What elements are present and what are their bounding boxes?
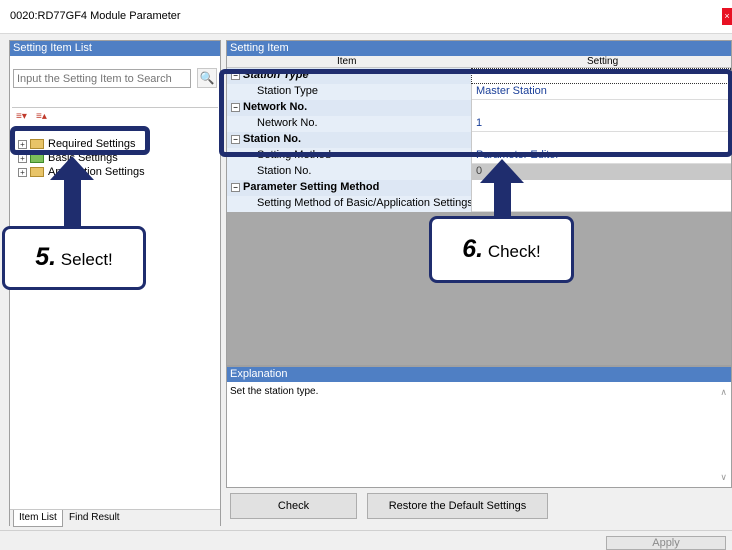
explanation-panel: Explanation Set the station type. ∧ ∨ <box>226 366 732 488</box>
setting-item-header: Setting Item <box>227 41 731 56</box>
step-number: 5. <box>35 243 57 271</box>
title-bar: 0020:RD77GF4 Module Parameter × <box>0 0 732 34</box>
restore-default-settings-button[interactable]: Restore the Default Settings <box>367 493 548 519</box>
expand-icon[interactable]: + <box>18 167 27 177</box>
column-header-item: Item <box>337 56 357 67</box>
search-button[interactable]: 🔍 <box>197 68 217 88</box>
scroll-down-icon[interactable]: ∨ <box>720 472 727 483</box>
check-button[interactable]: Check <box>230 493 357 519</box>
scroll-up-icon[interactable]: ∧ <box>720 387 727 398</box>
table-row[interactable]: Station No. 0 <box>227 164 731 180</box>
left-panel-tabs: Item List Find Result <box>10 509 220 527</box>
expand-all-icon[interactable]: ≡▾ <box>16 111 27 122</box>
arrow-up-icon <box>50 156 94 180</box>
binoculars-icon: 🔍 <box>199 71 215 85</box>
callout-step-6: 6. Check! <box>429 216 574 283</box>
explanation-header: Explanation <box>227 367 731 382</box>
step-label: Check! <box>487 242 541 261</box>
tab-find-result[interactable]: Find Result <box>64 510 125 527</box>
table-row[interactable]: − Parameter Setting Method <box>227 180 731 196</box>
explanation-text: Set the station type. <box>230 386 319 397</box>
row-item-label: Station No. <box>227 164 471 180</box>
step-label: Select! <box>60 250 113 269</box>
tab-item-list[interactable]: Item List <box>13 510 63 527</box>
highlight-required-settings <box>10 126 150 155</box>
step-number: 6. <box>462 235 484 263</box>
callout-step-5: 5. Select! <box>2 226 146 290</box>
column-header-setting: Setting <box>587 56 619 67</box>
collapse-icon[interactable]: − <box>231 182 240 192</box>
arrow-shaft-6 <box>494 182 511 218</box>
close-button[interactable]: × <box>722 8 732 25</box>
highlight-station-settings <box>219 69 732 157</box>
row-item-label: Parameter Setting Method <box>243 181 380 193</box>
arrow-up-icon <box>480 159 524 183</box>
setting-item-list-header: Setting Item List <box>10 41 220 56</box>
arrow-shaft-5 <box>64 178 81 228</box>
collapse-all-icon[interactable]: ≡▴ <box>36 111 47 122</box>
table-row[interactable]: Setting Method of Basic/Application Sett… <box>227 196 731 212</box>
window-title: 0020:RD77GF4 Module Parameter <box>10 10 181 22</box>
grid-header: Item Setting <box>227 56 731 68</box>
folder-icon <box>30 167 44 178</box>
apply-button[interactable]: Apply <box>606 536 726 550</box>
row-item-label: Setting Method of Basic/Application Sett… <box>227 196 471 212</box>
search-input[interactable] <box>13 69 191 88</box>
